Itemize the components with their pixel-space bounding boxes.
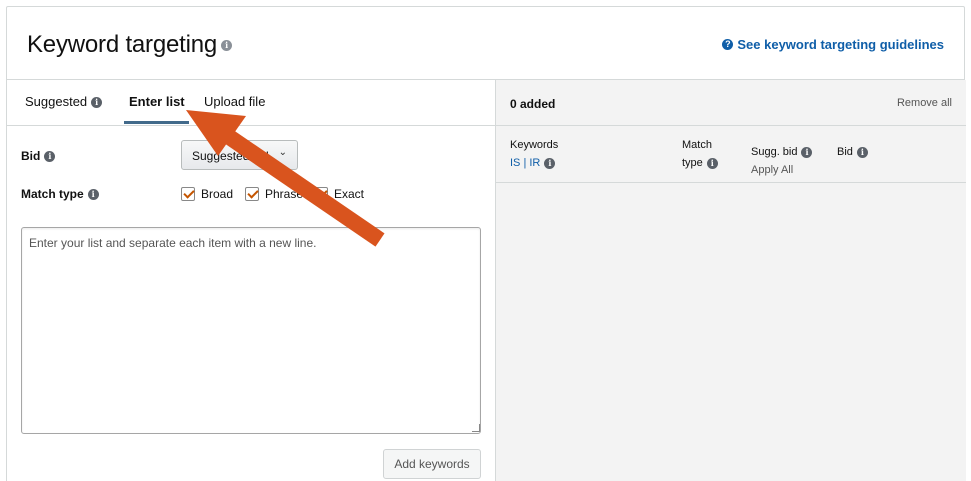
keyword-entry-pane: Suggested i Enter list Upload file Bid i S… xyxy=(7,80,496,481)
bid-dropdown[interactable]: Suggested bid ⌄ xyxy=(181,140,298,170)
added-summary-bar: 0 added Remove all xyxy=(496,80,966,126)
keyword-targeting-panel: Keyword targeting i ? See keyword targeti… xyxy=(6,6,966,481)
checkbox-checked-icon xyxy=(314,187,328,201)
info-icon[interactable]: i xyxy=(544,157,556,169)
keyword-list-textarea[interactable]: Enter your list and separate each item w… xyxy=(21,227,481,434)
question-icon: ? xyxy=(722,39,734,50)
page-title: Keyword targeting i xyxy=(27,31,233,59)
panel-header: Keyword targeting i ? See keyword targeti… xyxy=(7,7,964,80)
info-icon[interactable]: i xyxy=(221,40,233,52)
is-ir-label: IS | IR i xyxy=(510,154,558,172)
resize-handle-icon[interactable] xyxy=(472,424,480,432)
bid-label: Bid i xyxy=(21,149,56,163)
info-icon[interactable]: i xyxy=(801,146,813,158)
tab-bar: Suggested i Enter list Upload file xyxy=(7,80,495,126)
info-icon[interactable]: i xyxy=(87,188,99,200)
checkbox-checked-icon xyxy=(245,187,259,201)
tab-suggested[interactable]: Suggested i xyxy=(25,93,103,126)
phrase-checkbox[interactable]: Phrase xyxy=(245,187,303,201)
column-bid: Bid i xyxy=(837,143,868,161)
chevron-down-icon: ⌄ xyxy=(278,147,287,158)
remove-all-button[interactable]: Remove all xyxy=(897,97,952,109)
added-keywords-pane: 0 added Remove all Keywords IS | IR i Mat… xyxy=(496,80,966,481)
active-tab-indicator xyxy=(124,121,189,124)
info-icon[interactable]: i xyxy=(706,157,718,169)
info-icon[interactable]: i xyxy=(91,97,103,109)
match-type-label: Match type i xyxy=(21,187,99,201)
add-keywords-button[interactable]: Add keywords xyxy=(383,449,481,479)
tab-upload-file[interactable]: Upload file xyxy=(204,93,265,126)
exact-checkbox[interactable]: Exact xyxy=(314,187,364,201)
checkbox-checked-icon xyxy=(181,187,195,201)
column-match-type: Match type i xyxy=(682,136,718,172)
apply-all-link[interactable]: Apply All xyxy=(751,161,812,179)
info-icon[interactable]: i xyxy=(856,146,868,158)
column-sugg-bid: Sugg. bid i Apply All xyxy=(751,143,813,179)
added-count: 0 added xyxy=(510,97,556,111)
added-table-header: Keywords IS | IR i Match type i Sugg. bid i… xyxy=(496,126,966,183)
broad-checkbox[interactable]: Broad xyxy=(181,187,233,201)
info-icon[interactable]: i xyxy=(44,150,56,162)
guidelines-link[interactable]: ? See keyword targeting guidelines xyxy=(722,37,944,52)
column-keywords: Keywords IS | IR i xyxy=(510,136,558,172)
